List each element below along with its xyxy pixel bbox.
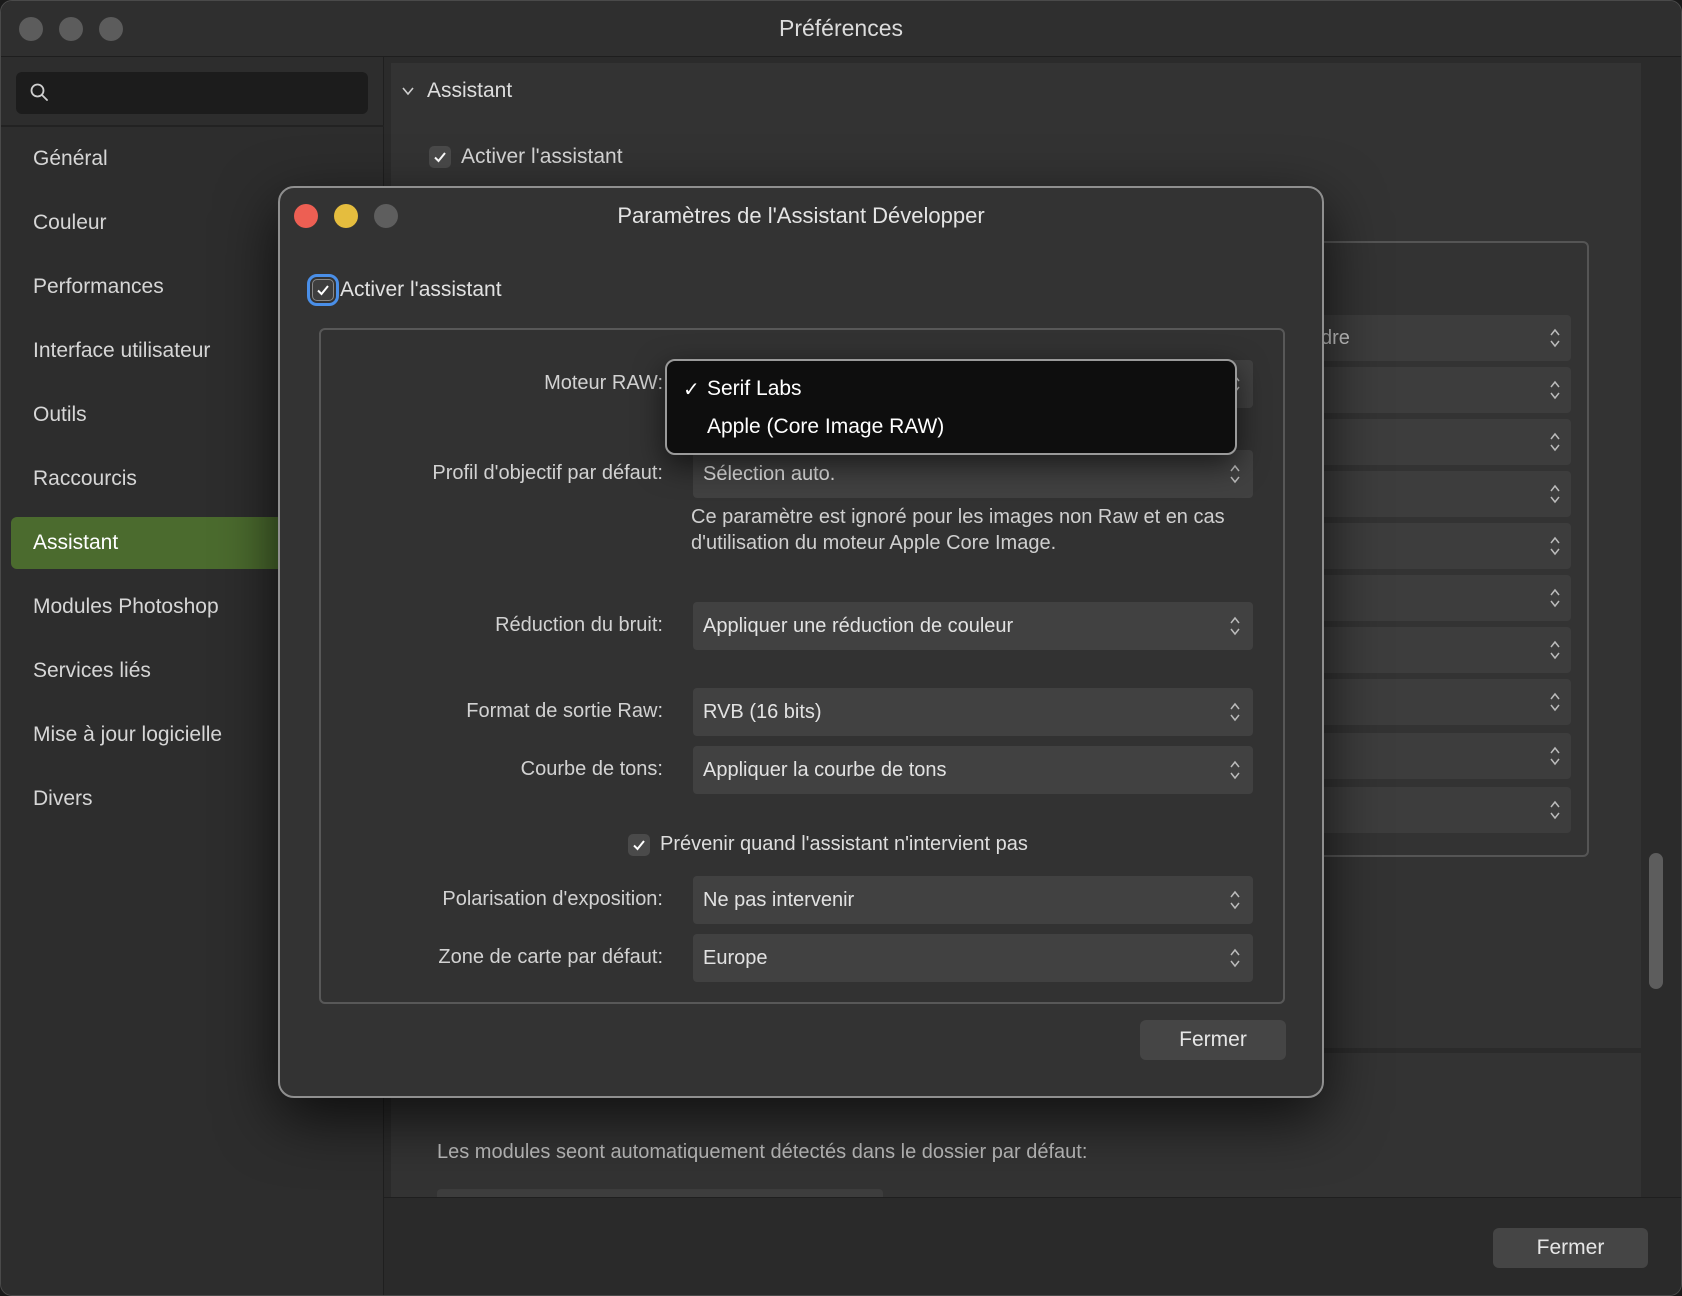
select-arrows-icon	[1550, 380, 1560, 400]
background-select-6[interactable]	[1313, 575, 1571, 621]
checkmark-icon	[633, 839, 645, 850]
background-select-4[interactable]	[1313, 471, 1571, 517]
background-select-1[interactable]: dre	[1313, 315, 1571, 361]
dialog-enable-assistant-option[interactable]: Activer l'assistant	[307, 274, 502, 306]
warn-no-intervention-checkbox[interactable]	[628, 833, 650, 856]
lens-profile-label: Profil d'objectif par défaut:	[432, 462, 663, 484]
enable-assistant-label: Activer l'assistant	[461, 145, 623, 168]
noise-reduction-value: Appliquer une réduction de couleur	[703, 615, 1014, 637]
enable-assistant-checkbox[interactable]	[429, 146, 451, 168]
checkmark-icon	[317, 285, 329, 296]
tone-curve-select[interactable]: Appliquer la courbe de tons	[693, 746, 1253, 794]
plugins-description: Les modules seont automatiquement détect…	[437, 1141, 1088, 1163]
exposure-bias-label: Polarisation d'exposition:	[442, 888, 663, 910]
close-preferences-button[interactable]: Fermer	[1493, 1228, 1648, 1268]
select-arrows-icon	[1550, 588, 1560, 608]
checkmark-icon	[434, 152, 446, 163]
search-icon	[30, 83, 48, 101]
window-titlebar: Préférences	[1, 1, 1681, 57]
noise-reduction-select[interactable]: Appliquer une réduction de couleur	[693, 602, 1253, 650]
map-zone-select[interactable]: Europe	[693, 934, 1253, 982]
raw-engine-dropdown-menu: ✓ Serif Labs Apple (Core Image RAW)	[665, 359, 1237, 455]
search-box	[16, 72, 368, 114]
menu-item-apple-core-image-raw[interactable]: Apple (Core Image RAW)	[707, 415, 944, 439]
background-select-8[interactable]	[1313, 679, 1571, 725]
background-select-7[interactable]	[1313, 627, 1571, 673]
window-footer: Fermer	[384, 1197, 1681, 1295]
content-scrollbar[interactable]	[1649, 853, 1663, 989]
raw-engine-label: Moteur RAW:	[544, 372, 663, 394]
raw-output-value: RVB (16 bits)	[703, 701, 822, 723]
lens-profile-value: Sélection auto.	[703, 463, 836, 485]
tone-curve-label: Courbe de tons:	[520, 758, 663, 780]
select-arrows-icon	[1230, 464, 1240, 484]
map-zone-label: Zone de carte par défaut:	[438, 946, 663, 968]
dialog-enable-assistant-checkbox[interactable]	[307, 274, 339, 306]
dialog-enable-assistant-label: Activer l'assistant	[340, 278, 502, 301]
select-arrows-icon	[1550, 746, 1560, 766]
select-arrows-icon	[1550, 328, 1560, 348]
chevron-down-icon	[402, 87, 414, 96]
background-select-text: dre	[1321, 327, 1350, 349]
select-arrows-icon	[1550, 640, 1560, 660]
background-select-3[interactable]	[1313, 419, 1571, 465]
select-arrows-icon	[1230, 760, 1240, 780]
assistant-section-header[interactable]: Assistant	[401, 79, 512, 103]
raw-output-label: Format de sortie Raw:	[466, 700, 663, 722]
background-select-9[interactable]	[1313, 733, 1571, 779]
lens-profile-hint: Ce paramètre est ignoré pour les images …	[691, 506, 1225, 554]
map-zone-value: Europe	[703, 947, 768, 969]
select-arrows-icon	[1550, 484, 1560, 504]
enable-assistant-option[interactable]: Activer l'assistant	[429, 145, 623, 169]
develop-assistant-dialog: Paramètres de l'Assistant Développer Act…	[278, 186, 1324, 1098]
section-title: Assistant	[427, 79, 513, 102]
sidebar-item-general[interactable]: Général	[11, 133, 381, 185]
noise-reduction-label: Réduction du bruit:	[495, 614, 663, 636]
background-select-2[interactable]	[1313, 367, 1571, 413]
tone-curve-value: Appliquer la courbe de tons	[703, 759, 947, 781]
select-arrows-icon	[1230, 616, 1240, 636]
background-select-10[interactable]	[1313, 787, 1571, 833]
menu-item-serif-labs[interactable]: Serif Labs	[707, 377, 802, 401]
select-arrows-icon	[1550, 536, 1560, 556]
search-input[interactable]	[60, 72, 360, 114]
exposure-bias-select[interactable]: Ne pas intervenir	[693, 876, 1253, 924]
select-arrows-icon	[1550, 432, 1560, 452]
select-arrows-icon	[1550, 800, 1560, 820]
plugins-folder-field[interactable]	[437, 1189, 883, 1197]
warn-no-intervention-label: Prévenir quand l'assistant n'intervient …	[660, 833, 1028, 855]
exposure-bias-value: Ne pas intervenir	[703, 889, 855, 911]
selected-check-icon: ✓	[683, 379, 700, 401]
window-title: Préférences	[778, 15, 903, 41]
lens-profile-select[interactable]: Sélection auto.	[693, 450, 1253, 498]
dialog-title: Paramètres de l'Assistant Développer	[617, 203, 985, 228]
sidebar-divider	[1, 125, 384, 127]
select-arrows-icon	[1230, 890, 1240, 910]
select-arrows-icon	[1230, 948, 1240, 968]
dialog-close-action-button[interactable]: Fermer	[1140, 1020, 1286, 1060]
raw-output-select[interactable]: RVB (16 bits)	[693, 688, 1253, 736]
select-arrows-icon	[1230, 702, 1240, 722]
background-select-5[interactable]	[1313, 523, 1571, 569]
warn-no-intervention-option[interactable]: Prévenir quand l'assistant n'intervient …	[628, 833, 1028, 856]
select-arrows-icon	[1550, 692, 1560, 712]
